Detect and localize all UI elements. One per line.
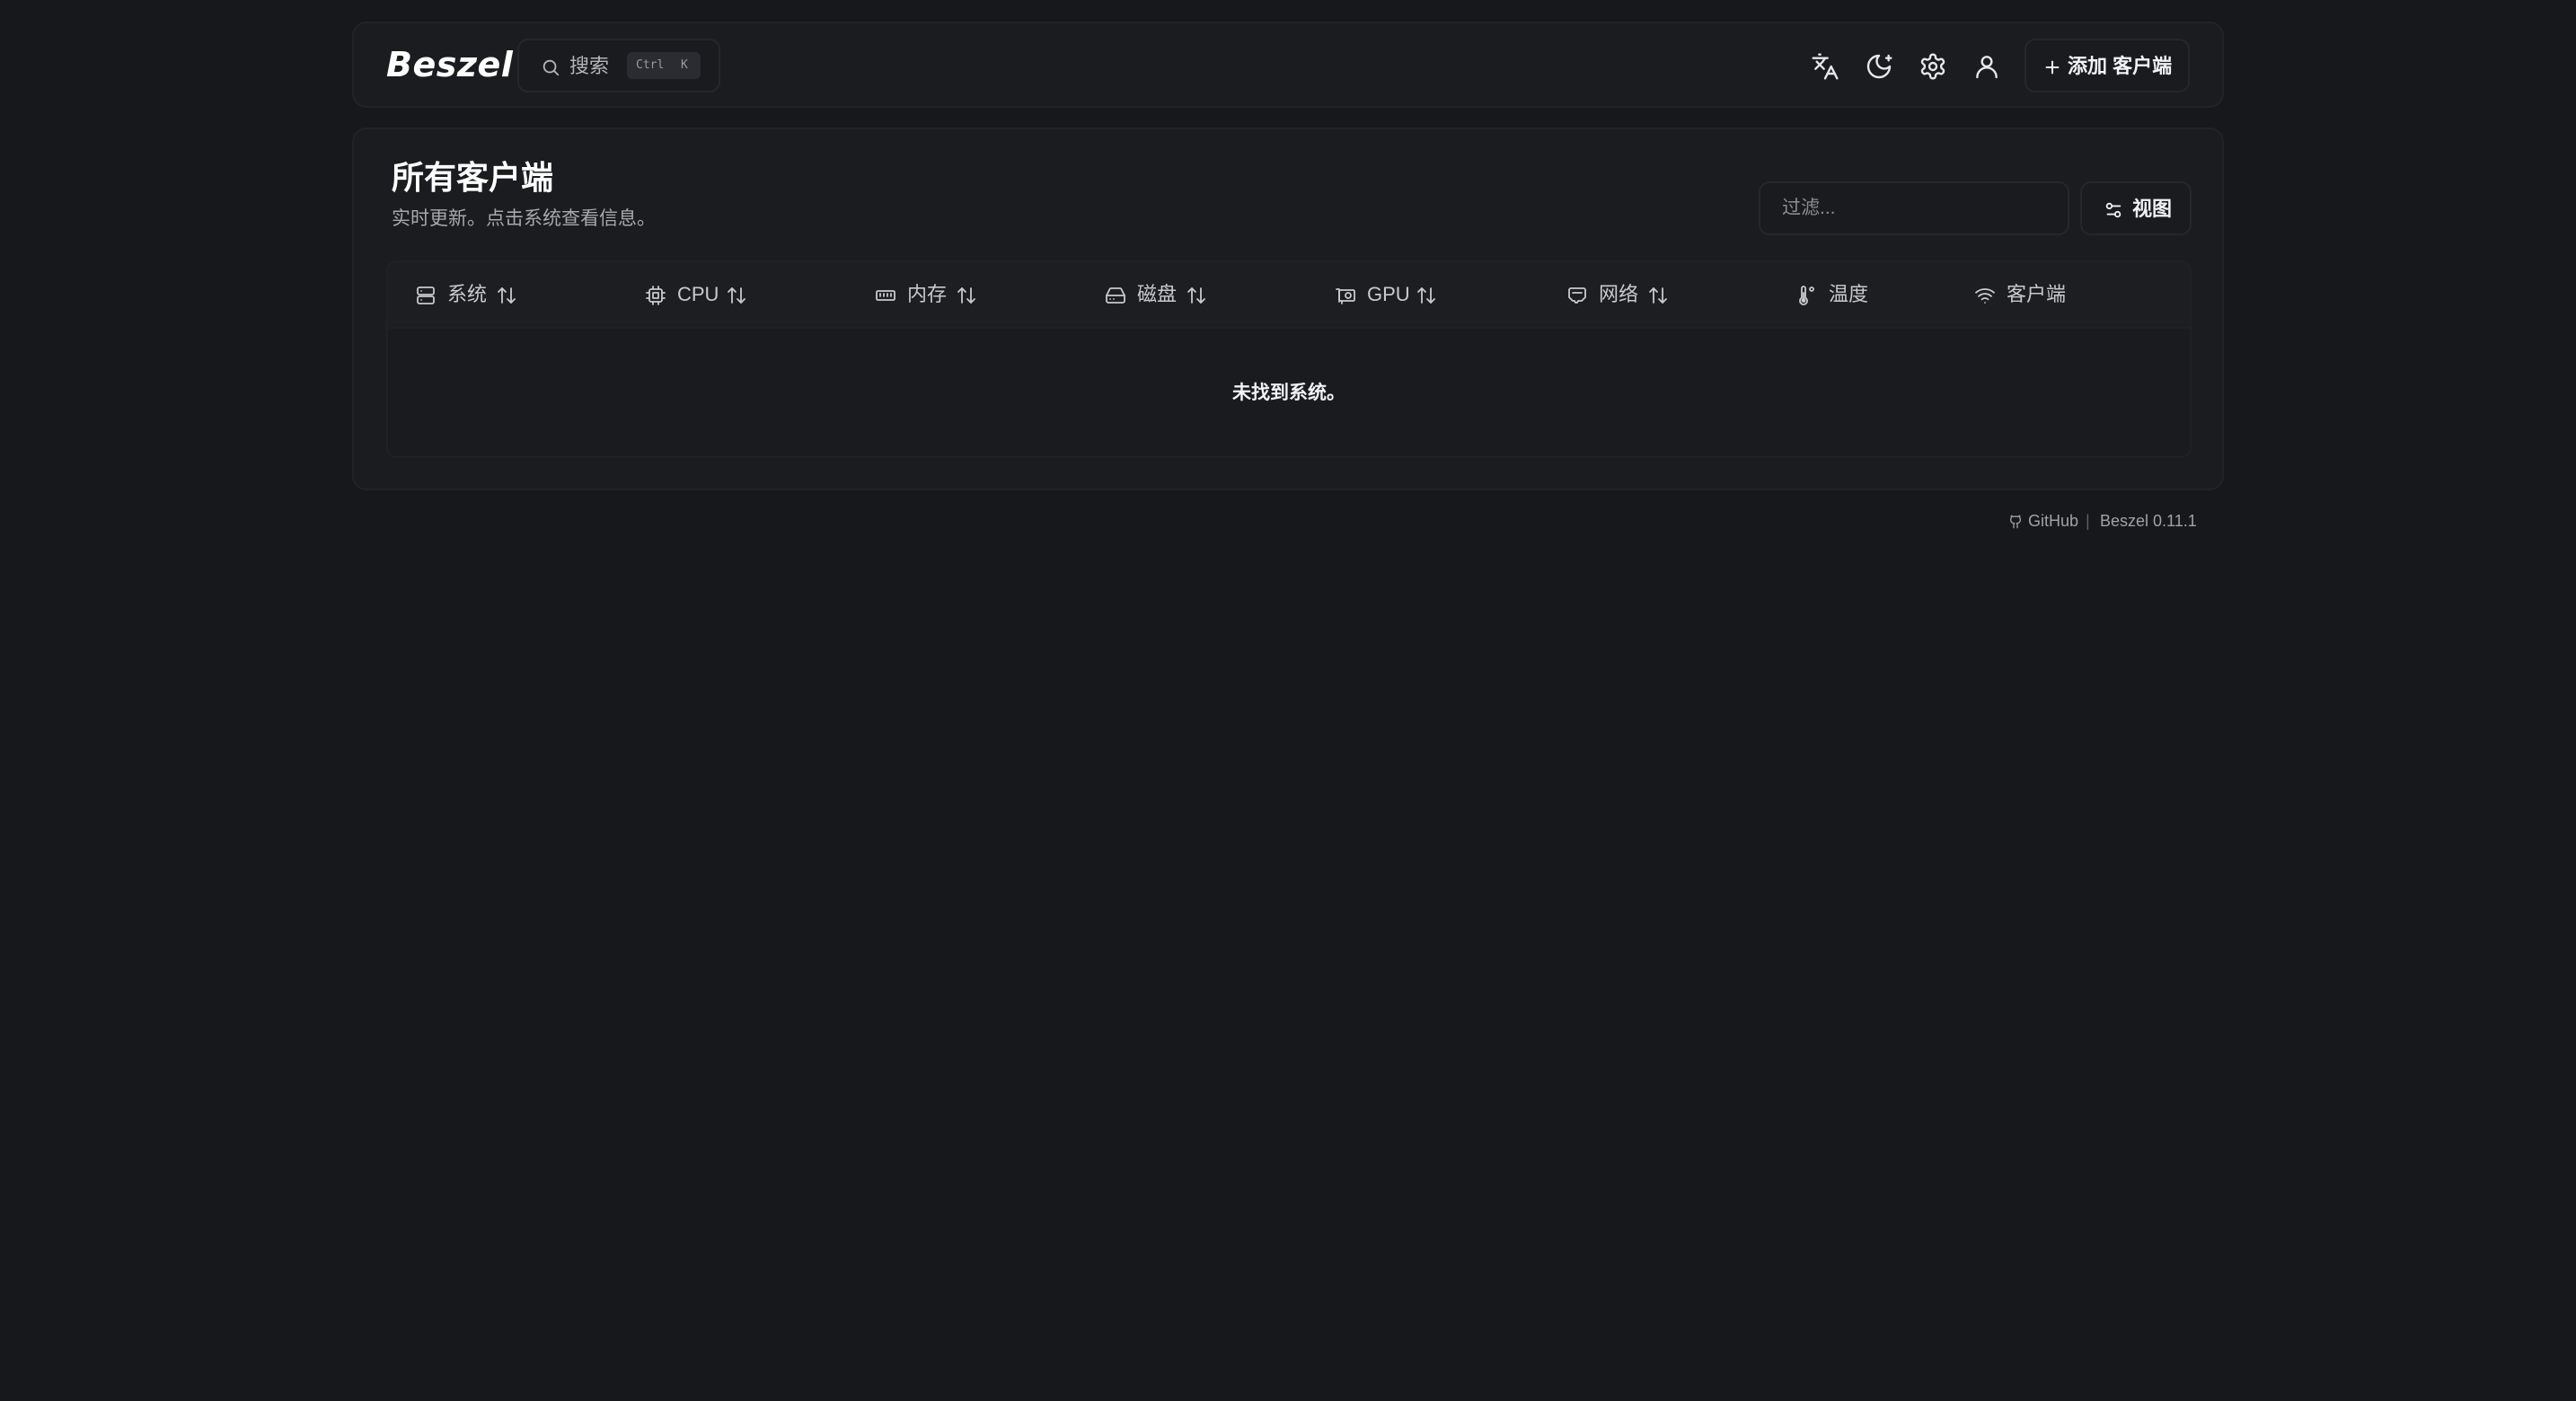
thermometer-icon — [1796, 285, 1818, 306]
wifi-icon — [1974, 285, 1996, 306]
empty-state-message: 未找到系统。 — [1232, 383, 1345, 403]
view-options-button[interactable]: 视图 — [2080, 181, 2192, 235]
column-label: 系统 — [447, 283, 488, 305]
sliders-icon — [2104, 200, 2123, 220]
column-label: 温度 — [1829, 283, 1869, 305]
server-icon — [415, 285, 437, 306]
systems-card: 所有客户端 实时更新。点击系统查看信息。 视图 系统 — [352, 128, 2224, 490]
sort-arrows-icon[interactable] — [1186, 285, 1207, 306]
column-label: CPU — [677, 283, 719, 305]
filter-input[interactable] — [1759, 181, 2069, 235]
github-icon — [2008, 515, 2023, 529]
gpu-icon — [1335, 285, 1356, 306]
column-label: GPU — [1367, 283, 1410, 305]
moon-icon[interactable] — [1865, 52, 1893, 81]
column-label: 客户端 — [2007, 283, 2067, 305]
sort-arrows-icon[interactable] — [726, 285, 747, 306]
network-icon — [1566, 285, 1588, 306]
add-client-button[interactable]: 添加 客户端 — [2025, 39, 2190, 93]
sort-arrows-icon[interactable] — [1416, 285, 1437, 306]
search-icon — [541, 57, 560, 77]
sort-arrows-icon[interactable] — [1647, 285, 1669, 306]
sort-arrows-icon[interactable] — [496, 285, 517, 306]
page-title: 所有客户端 — [392, 159, 554, 196]
column-label: 磁盘 — [1137, 283, 1178, 305]
footer-separator: | — [2086, 512, 2090, 530]
page-subtitle: 实时更新。点击系统查看信息。 — [392, 208, 656, 229]
version-link[interactable]: Beszel 0.11.1 — [2100, 508, 2197, 533]
gear-icon[interactable] — [1919, 52, 1947, 81]
plus-icon — [2042, 57, 2062, 77]
table-empty-row: 未找到系统。 — [388, 329, 2190, 456]
top-navbar: Beszel 搜索 Ctrl K 添加 客户端 — [352, 22, 2224, 108]
search-button[interactable]: 搜索 Ctrl K — [517, 39, 720, 93]
table-header-row: 系统 CPU 内存 磁盘 GPU 网络 温度 客户端 — [388, 262, 2190, 329]
user-icon[interactable] — [1972, 52, 2001, 81]
beszel-logo[interactable]: Beszel — [386, 45, 513, 84]
column-label: 网络 — [1599, 283, 1639, 305]
disk-icon — [1105, 285, 1126, 306]
column-label: 内存 — [907, 283, 948, 305]
github-link[interactable]: GitHub — [2028, 508, 2078, 533]
add-client-label: 添加 客户端 — [2068, 55, 2173, 77]
view-options-label: 视图 — [2132, 198, 2173, 220]
translate-icon[interactable] — [1811, 52, 1839, 81]
keyboard-shortcut-badge: Ctrl K — [627, 52, 701, 79]
search-label: 搜索 — [569, 55, 610, 77]
cpu-icon — [645, 285, 666, 306]
sort-arrows-icon[interactable] — [956, 285, 977, 306]
shortcut-key: K — [681, 58, 688, 72]
systems-table: 系统 CPU 内存 磁盘 GPU 网络 温度 客户端 未找到系统。 — [386, 260, 2192, 458]
memory-icon — [875, 285, 896, 306]
shortcut-ctrl: Ctrl — [636, 58, 665, 72]
